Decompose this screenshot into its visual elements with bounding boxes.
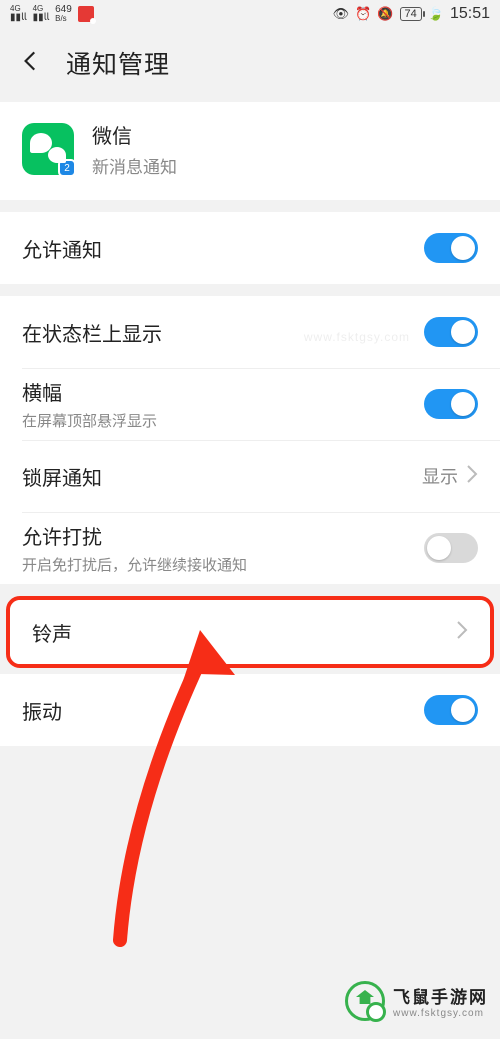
row-sub: 开启免打扰后，允许继续接收通知 [22,554,247,575]
row-label: 允许通知 [22,234,102,263]
row-label: 锁屏通知 [22,462,102,491]
app-indicator-icon [78,6,94,22]
alarm-icon: ⏰ [355,6,371,22]
row-label: 在状态栏上显示 [22,318,162,347]
row-label: 横幅 [22,377,157,406]
signal-1-icon: 4G▮▮𝗅𝗅 [10,5,27,23]
watermark-title: 飞鼠手游网 [393,983,488,1008]
row-banner[interactable]: 横幅 在屏幕顶部悬浮显示 [0,368,500,440]
row-label: 振动 [22,696,62,725]
row-ringtone[interactable]: 铃声 [10,600,490,664]
signal-2-icon: 4G▮▮𝗅𝗅 [33,5,50,23]
highlight-ringtone: 铃声 [6,596,494,668]
url-watermark: www.fsktgsy.com [304,330,410,344]
battery-icon: 74 [400,7,422,21]
clock-text: 15:51 [450,5,490,23]
page-title: 通知管理 [66,45,170,81]
row-allow-disturb[interactable]: 允许打扰 开启免打扰后，允许继续接收通知 [0,512,500,584]
app-badge: 2 [58,159,76,177]
app-name: 微信 [92,120,177,149]
row-allow-notify[interactable]: 允许通知 [0,212,500,284]
row-vibrate[interactable]: 振动 [0,674,500,746]
watermark-icon [345,981,385,1021]
toggle-statusbar-show[interactable] [424,317,478,347]
page-header: 通知管理 [0,28,500,98]
chevron-right-icon [456,620,468,645]
net-speed: 649B/s [55,5,72,23]
row-lock-notify[interactable]: 锁屏通知 显示 [0,440,500,512]
leaf-icon: 🍃 [428,6,444,22]
toggle-allow-notify[interactable] [424,233,478,263]
status-bar: 4G▮▮𝗅𝗅 4G▮▮𝗅𝗅 649B/s 👁 ⏰ 🔕 74 🍃 15:51 [0,0,500,28]
row-label: 铃声 [32,618,72,647]
app-info: 2 微信 新消息通知 [0,102,500,200]
row-value: 显示 [422,463,458,489]
watermark: 飞鼠手游网 www.fsktgsy.com [345,981,488,1021]
toggle-allow-disturb[interactable] [424,533,478,563]
row-label: 允许打扰 [22,521,247,550]
watermark-url: www.fsktgsy.com [393,1008,488,1019]
chevron-right-icon [466,464,478,489]
toggle-vibrate[interactable] [424,695,478,725]
toggle-banner[interactable] [424,389,478,419]
row-sub: 在屏幕顶部悬浮显示 [22,410,157,431]
mute-icon: 🔕 [377,6,393,22]
eye-icon: 👁 [333,6,350,22]
back-icon[interactable] [18,48,44,79]
wechat-icon: 2 [22,123,74,175]
row-statusbar-show[interactable]: 在状态栏上显示 [0,296,500,368]
app-subtitle: 新消息通知 [92,153,177,178]
